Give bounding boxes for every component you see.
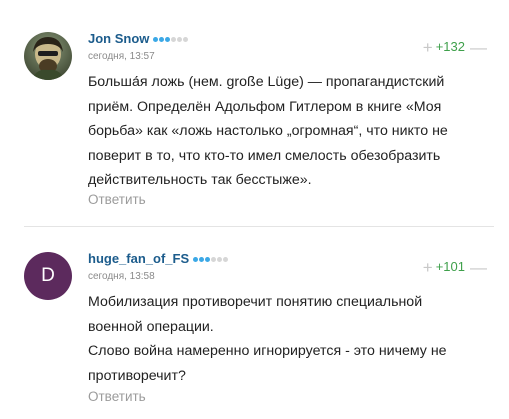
- rating-dot: [153, 37, 159, 42]
- vote-widget: + +101 —: [423, 258, 487, 278]
- rating-dot: [199, 257, 205, 262]
- rating-dot: [193, 257, 199, 262]
- comment-text-line: действительность так бесстыже».: [88, 172, 312, 188]
- rating-dot: [177, 37, 183, 42]
- comment-text-line: борьба» как «ложь настолько „огромная“, …: [88, 123, 448, 139]
- vote-widget: + +132 —: [423, 38, 487, 58]
- comment-score: +132: [435, 39, 465, 54]
- comment-text-line: Больша́я ложь (нем. große Lüge) — пропаг…: [88, 74, 445, 90]
- rating-dot: [165, 37, 171, 42]
- avatar[interactable]: [24, 32, 72, 80]
- rating-dot: [223, 257, 229, 262]
- username-text[interactable]: huge_fan_of_FS: [88, 251, 189, 266]
- comment-text: Больша́я ложь (нем. große Lüge) — пропаг…: [88, 70, 494, 193]
- rating-dot: [205, 257, 211, 262]
- username-link[interactable]: huge_fan_of_FS: [88, 250, 229, 266]
- user-rating: [153, 30, 189, 45]
- comment-text-line: противоречит?: [88, 367, 186, 384]
- avatar-image: [24, 32, 72, 80]
- rating-dot: [217, 257, 223, 262]
- rating-dot: [211, 257, 217, 262]
- rating-dot: [159, 37, 165, 42]
- username-text[interactable]: Jon Snow: [88, 31, 149, 46]
- plus-icon[interactable]: +: [423, 258, 433, 278]
- rating-dot: [171, 37, 177, 42]
- comment-text: Мобилизация противоречит понятию специал…: [88, 290, 494, 388]
- reply-button[interactable]: Ответить: [88, 389, 146, 404]
- user-rating: [193, 250, 229, 265]
- avatar[interactable]: D: [24, 252, 72, 300]
- comment-divider: [24, 226, 494, 227]
- rating-dot: [183, 37, 189, 42]
- comment-text-line: поверит в то, что кто-то имел смелость о…: [88, 147, 441, 164]
- plus-icon[interactable]: +: [423, 38, 433, 58]
- comment-time: сегодня, 13:57: [88, 51, 155, 62]
- comment-score: +101: [435, 259, 465, 274]
- comment-text-line: Слово война намеренно игнорируется - это…: [88, 343, 447, 359]
- username-link[interactable]: Jon Snow: [88, 30, 189, 46]
- comment-text-line: приём. Определён Адольфом Гитлером в кни…: [88, 98, 442, 115]
- comment-time: сегодня, 13:58: [88, 271, 155, 282]
- minus-icon[interactable]: —: [470, 258, 487, 278]
- comment-text-line: Мобилизация противоречит понятию специал…: [88, 294, 423, 310]
- minus-icon[interactable]: —: [470, 38, 487, 58]
- reply-button[interactable]: Ответить: [88, 192, 146, 207]
- comment-text-line: военной операции.: [88, 318, 214, 335]
